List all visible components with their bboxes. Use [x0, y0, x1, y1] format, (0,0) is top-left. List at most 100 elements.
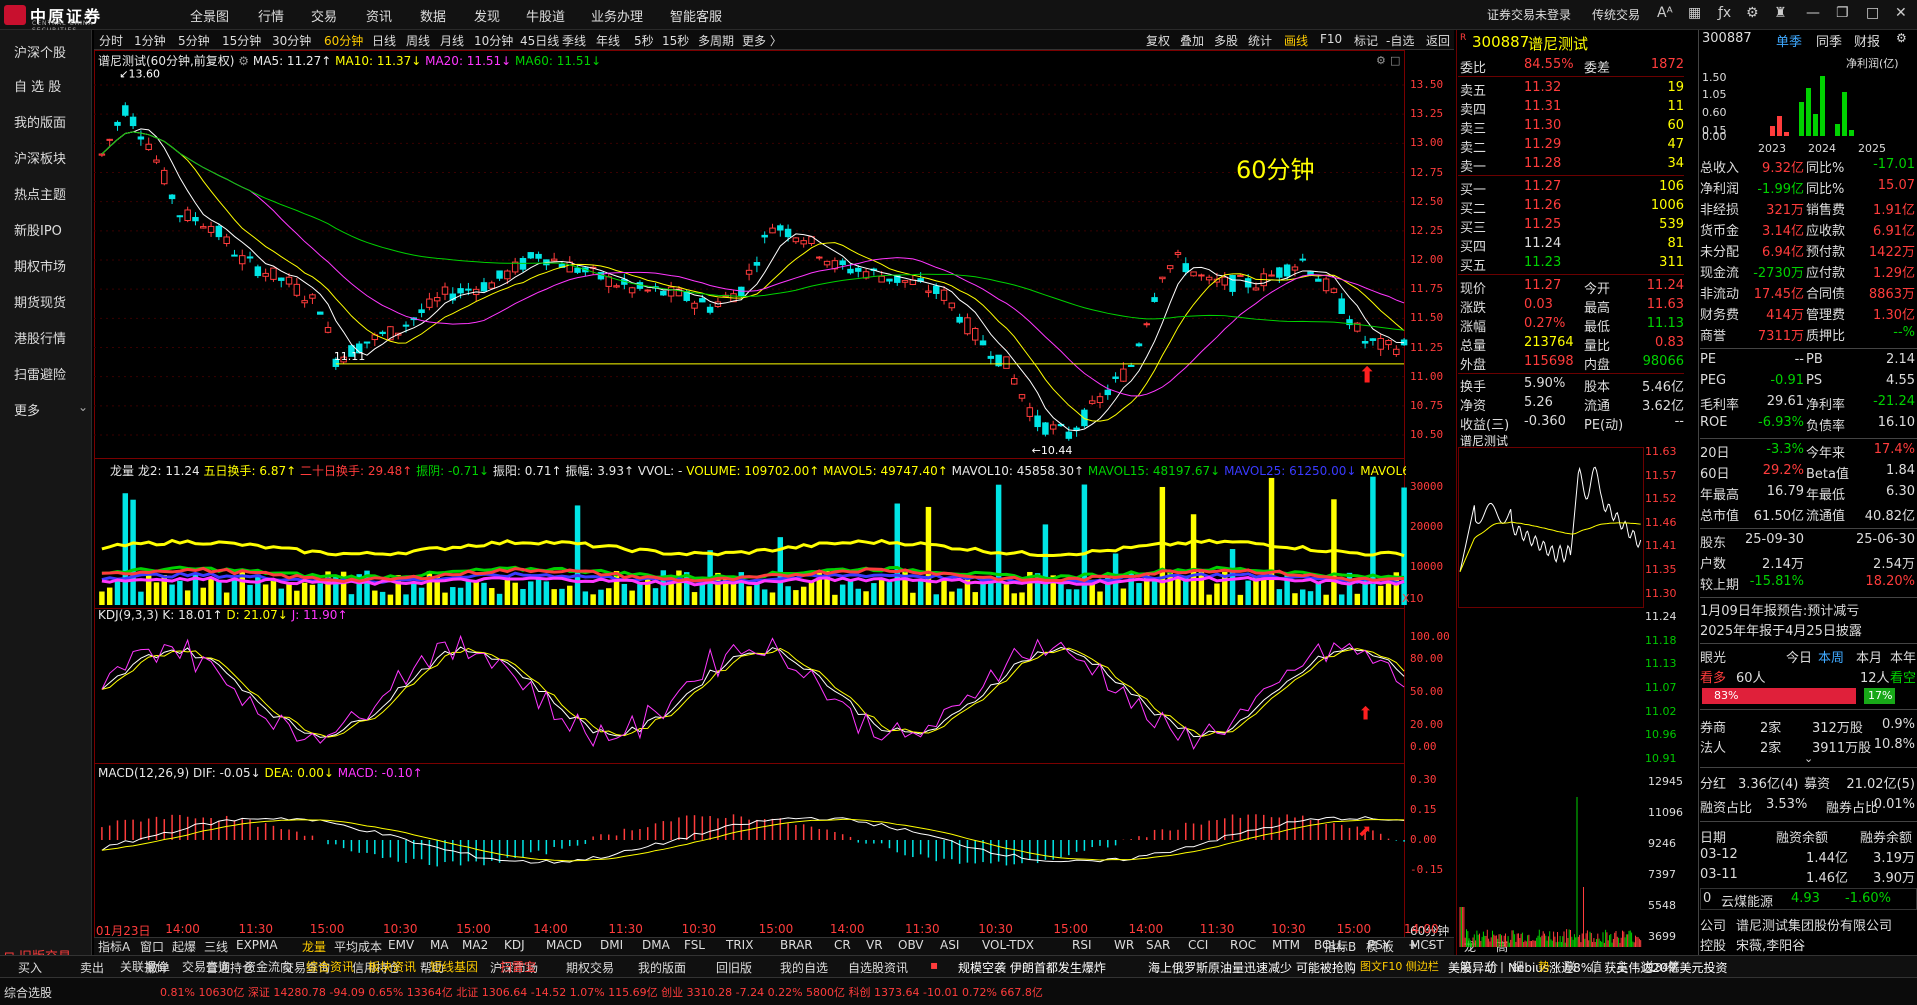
menu-discover[interactable]: 发现 [474, 6, 500, 25]
settings-small-icon[interactable]: ⚙ [238, 54, 249, 68]
menu-business[interactable]: 业务办理 [591, 6, 643, 25]
close-icon[interactable]: ✕ [1895, 5, 1907, 21]
sidebar-item-more[interactable]: 更多 [14, 400, 40, 419]
indicator-tab-24[interactable]: SAR [1146, 938, 1170, 952]
tab-period-12[interactable]: 年线 [596, 32, 620, 49]
notice-forecast[interactable]: 1月09日年报预告:预计减亏 [1700, 600, 1859, 619]
menu-panorama[interactable]: 全景图 [190, 6, 229, 25]
tool-overlay[interactable]: 叠加 [1180, 32, 1204, 49]
indicator-tab-19[interactable]: OBV [898, 938, 924, 952]
tab-period-5[interactable]: 60分钟 [324, 32, 363, 49]
tab-period-7[interactable]: 周线 [406, 32, 430, 49]
tool-draw[interactable]: 画线 [1284, 32, 1308, 49]
skin-icon[interactable]: ♜ [1774, 5, 1787, 21]
tab-same-quarter[interactable]: 同季 [1816, 31, 1842, 50]
sidebar-item-futures[interactable]: 期货现货 [14, 292, 66, 311]
sidebar-item-sectors[interactable]: 沪深板块 [14, 148, 66, 167]
toolbar-item-0[interactable]: 买入 [18, 959, 42, 976]
indicator-tab-22[interactable]: RSI [1072, 938, 1092, 952]
indicator-tab-16[interactable]: BRAR [780, 938, 813, 952]
formula-icon[interactable]: ƒx [1718, 5, 1731, 21]
toolbar-item-10[interactable]: 回旧版 [716, 959, 752, 976]
maximize-icon[interactable]: □ [1866, 5, 1879, 21]
indicator-tab-2[interactable]: 起爆 [172, 938, 196, 955]
right-links[interactable]: 图文F10 侧边栏 [1360, 958, 1439, 974]
chart-config-icon[interactable]: ⚙ [1376, 54, 1386, 67]
theme-switch[interactable]: 传统交易 [1592, 6, 1640, 23]
quick-tab-3[interactable]: 综合资讯 [306, 958, 354, 975]
chevron-down-icon[interactable]: ⌄ [1804, 752, 1813, 765]
quick-tab-0[interactable]: 关联报价 [120, 958, 168, 975]
menu-trade[interactable]: 交易 [311, 6, 337, 25]
sidebar-item-hot-topics[interactable]: 热点主题 [14, 184, 66, 203]
toolbar-item-8[interactable]: 期权交易 [566, 959, 614, 976]
sidebar-item-options[interactable]: 期权市场 [14, 256, 66, 275]
toolbar-item-9[interactable]: 我的版面 [638, 959, 686, 976]
status-screener[interactable]: 综合选股 [4, 984, 52, 1001]
candlestick-chart[interactable]: 11.11 ↙13.60 ←10.44 ⬆ ⚙ □ ⬆ ⬈ [94, 50, 1454, 950]
indicator-tab-25[interactable]: CCI [1188, 938, 1208, 952]
tab-period-9[interactable]: 10分钟 [474, 32, 513, 49]
news-item-1[interactable]: 海上俄罗斯原油量迅速减少 可能被抢购 [1148, 959, 1356, 976]
indicator-tab-15[interactable]: TRIX [726, 938, 753, 952]
quick-tab-2[interactable]: 资金流向 [244, 958, 292, 975]
tab-period-15[interactable]: 多周期 [698, 32, 734, 49]
indicator-tab-26[interactable]: ROC [1230, 938, 1256, 952]
sidebar-item-ipo[interactable]: 新股IPO [14, 220, 62, 239]
eye-tabs-row-cell[interactable]: 本月 [1856, 647, 1882, 666]
tab-period-1[interactable]: 1分钟 [134, 32, 166, 49]
indicator-tab-18[interactable]: VR [866, 938, 883, 952]
indicator-tab-23[interactable]: WR [1114, 938, 1134, 952]
tab-single-quarter[interactable]: 单季 [1776, 31, 1802, 50]
font-size-icon[interactable]: Aᴬ [1657, 5, 1673, 21]
indicator-tab-7[interactable]: EMV [388, 938, 414, 952]
indicator-tab-12[interactable]: DMI [600, 938, 623, 952]
indicator-tab-1[interactable]: 窗口 [140, 938, 164, 955]
indicator-tab-5[interactable]: 龙量 [302, 938, 326, 955]
tab-period-6[interactable]: 日线 [372, 32, 396, 49]
tool-fuquan[interactable]: 复权 [1146, 32, 1170, 49]
chart-close-icon[interactable]: □ [1390, 54, 1400, 67]
fin-settings-icon[interactable]: ⚙ [1896, 31, 1907, 45]
tab-period-10[interactable]: 45日线 [520, 32, 559, 49]
tool-multi[interactable]: 多股 [1214, 32, 1238, 49]
tab-period-13[interactable]: 5秒 [634, 32, 654, 49]
indicator-tab-3[interactable]: 三线 [204, 938, 228, 955]
menu-quotes[interactable]: 行情 [258, 6, 284, 25]
tab-period-more[interactable]: 更多 〉 [742, 32, 782, 49]
tab-period-0[interactable]: 分时 [99, 32, 123, 49]
tab-period-8[interactable]: 月线 [440, 32, 464, 49]
grid-icon[interactable]: ▦ [1688, 5, 1701, 21]
indicator-tab-33[interactable]: 指标B [1324, 938, 1356, 955]
indicator-tab-36[interactable]: - [1428, 938, 1432, 952]
tab-period-2[interactable]: 5分钟 [178, 32, 210, 49]
tab-report[interactable]: 财报 [1854, 31, 1880, 50]
login-status[interactable]: 证券交易未登录 [1487, 6, 1571, 23]
tool-back[interactable]: 返回 [1426, 32, 1450, 49]
sidebar-item-stocks[interactable]: 沪深个股 [14, 42, 66, 61]
tab-period-4[interactable]: 30分钟 [272, 32, 311, 49]
settings-icon[interactable]: ⚙ [1746, 5, 1759, 21]
tool-stats[interactable]: 统计 [1248, 32, 1272, 49]
menu-support[interactable]: 智能客服 [670, 6, 722, 25]
menu-bull-stocks[interactable]: 牛股道 [526, 6, 565, 25]
tab-period-11[interactable]: 季线 [562, 32, 586, 49]
quick-tab-5[interactable]: 短线基因 [430, 958, 478, 975]
menu-data[interactable]: 数据 [420, 6, 446, 25]
indicator-tab-11[interactable]: MACD [546, 938, 582, 952]
quick-tab-4[interactable]: 板块资讯 [368, 958, 416, 975]
sidebar-item-watchlist[interactable]: 自 选 股 [14, 76, 61, 95]
quick-tab-6[interactable]: 扫雷宝 [500, 958, 536, 975]
ticker-news[interactable]: 规模空袭 伊朗首都发生爆炸 [958, 959, 1106, 976]
indicator-tab-6[interactable]: 平均成本 [334, 938, 382, 955]
toolbar-item-1[interactable]: 卖出 [80, 959, 104, 976]
indicator-tab-0[interactable]: 指标A [98, 938, 130, 955]
tool-unwatch[interactable]: -自选 [1386, 32, 1414, 49]
eye-tabs-row-cell[interactable]: 今日 [1786, 647, 1812, 666]
indicator-tab-27[interactable]: MTM [1272, 938, 1300, 952]
sidebar-item-my-layout[interactable]: 我的版面 [14, 112, 66, 131]
tab-period-14[interactable]: 15秒 [662, 32, 689, 49]
eye-tabs-row-cell[interactable]: 本年 [1890, 647, 1916, 666]
quick-tab-1[interactable]: 交易查询 [182, 958, 230, 975]
indicator-tab-4[interactable]: EXPMA [236, 938, 278, 952]
